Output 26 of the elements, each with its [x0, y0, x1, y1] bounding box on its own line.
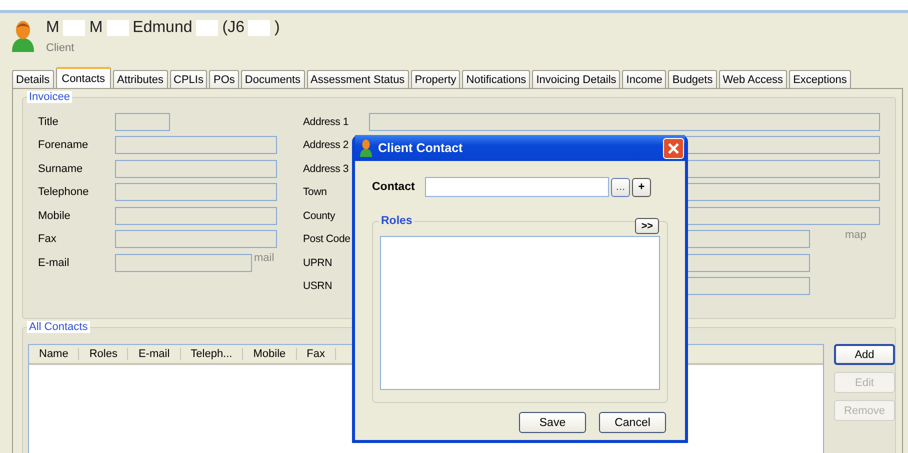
client-name: (J6 [222, 19, 244, 37]
field-label: Surname [38, 162, 84, 175]
field-label: County [303, 210, 336, 222]
client-name: M [46, 19, 60, 37]
field-label: E-mail [38, 256, 70, 269]
client-name: Edmund [132, 19, 192, 37]
field-label: Fax [38, 233, 58, 246]
field-label: Address 1 [303, 116, 350, 128]
client-name: ) [274, 19, 280, 37]
field-label: Mobile [38, 210, 72, 222]
group-title: Invoicee [27, 91, 72, 103]
client-role: Client [46, 42, 76, 54]
client-name: M [89, 19, 103, 37]
group-title: All Contacts [27, 321, 90, 333]
field-label: Address 3 [303, 162, 350, 175]
field-label: Telephone [38, 186, 90, 198]
field-label: Post Code [303, 233, 352, 246]
field-label: Forename [38, 139, 90, 152]
dialog-title: Client Contact [378, 141, 464, 155]
field-label: UPRN [303, 256, 333, 269]
field-label: USRN [303, 280, 333, 292]
contact-label: Contact [372, 181, 416, 193]
field-label: Address 2 [303, 139, 350, 152]
group-title: Roles [379, 215, 414, 227]
field-label: Title [38, 116, 60, 128]
field-label: Town [303, 186, 328, 198]
